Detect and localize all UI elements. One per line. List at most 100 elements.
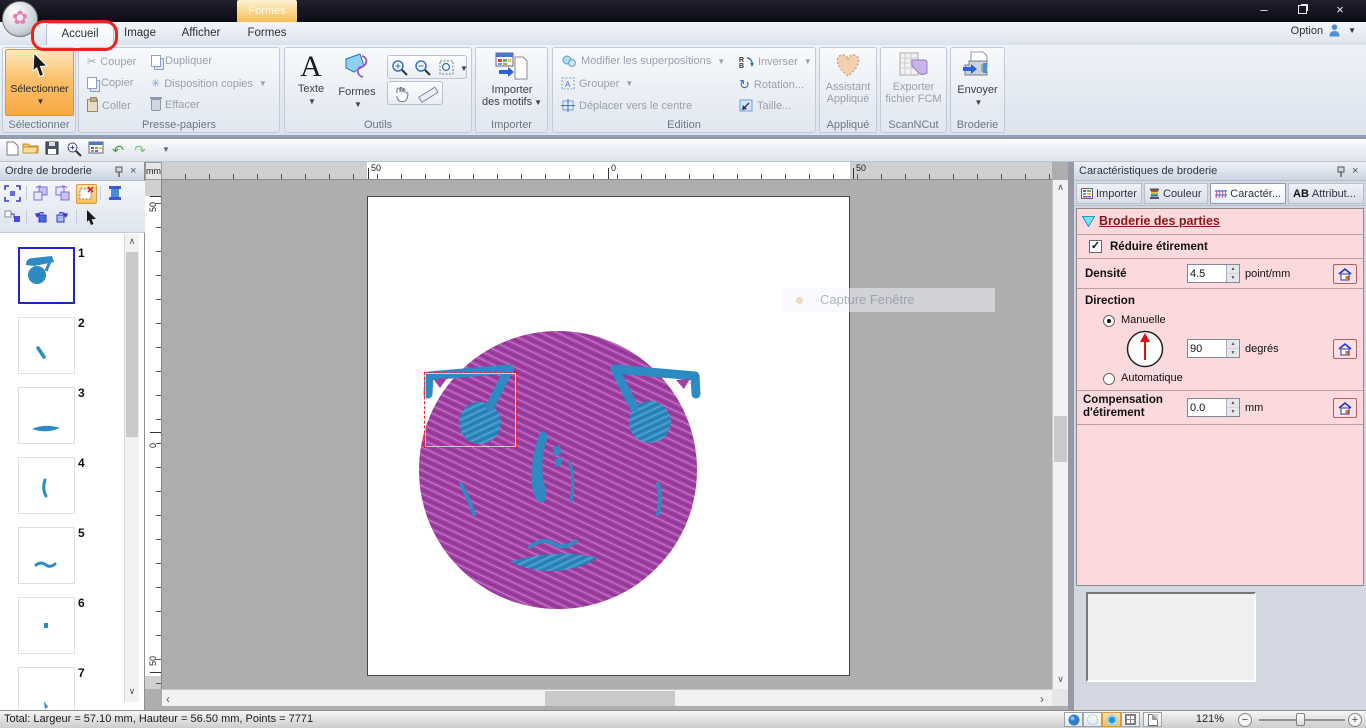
angle-input[interactable] (1188, 340, 1226, 357)
shapes-tool-button[interactable]: Formes▼ (333, 51, 381, 110)
view-stitch-button[interactable] (1083, 712, 1102, 727)
compensation-input[interactable] (1188, 399, 1226, 416)
order-item-4[interactable] (18, 457, 75, 514)
props-tab-caracteristiques[interactable]: Caractér... (1210, 183, 1286, 204)
order-scroll-thumb[interactable] (126, 252, 138, 437)
option-button[interactable]: Option (1291, 25, 1323, 37)
zoom-fit-button[interactable] (438, 59, 456, 77)
select-tool-button[interactable]: Sélectionner ▼ (5, 49, 74, 116)
props-tab-importer[interactable]: Importer (1076, 183, 1142, 204)
view-realistic-button[interactable] (1102, 712, 1121, 727)
order-item-6[interactable] (18, 597, 75, 654)
redo-button[interactable]: ↷ (130, 141, 150, 160)
copy-button[interactable]: Copier (87, 77, 133, 89)
export-fcm-button[interactable]: Exporter fichier FCM (883, 52, 944, 105)
close-button[interactable]: × (1324, 0, 1356, 21)
move-backward-button[interactable] (52, 184, 73, 204)
zoom-in-slider-button[interactable]: + (1348, 713, 1362, 727)
undo-button[interactable]: ↶ (108, 141, 128, 160)
send-embroidery-button[interactable]: Envoyer ▼ (953, 51, 1002, 108)
canvas-scroll-up-icon[interactable]: ∧ (1053, 182, 1068, 193)
user-dropdown-icon[interactable]: ▼ (1348, 26, 1356, 35)
measure-button[interactable] (418, 84, 440, 104)
contextual-tab-header[interactable]: Formes (237, 0, 297, 22)
compensation-spin-down-icon[interactable]: ▼ (1227, 408, 1239, 416)
group-button[interactable]: A Grouper▼ (561, 77, 633, 90)
manual-radio[interactable] (1103, 315, 1115, 327)
canvas-scroll-down-icon[interactable]: ∨ (1053, 674, 1068, 685)
size-button[interactable]: Taille... (739, 99, 791, 112)
rotate-left-button[interactable] (30, 208, 51, 228)
design-page[interactable] (367, 196, 850, 676)
flip-button[interactable]: RB Inverser▼ (739, 55, 812, 68)
canvas-vscroll-thumb[interactable] (1054, 416, 1067, 462)
thread-spool-button[interactable] (104, 184, 125, 204)
import-patterns-button[interactable]: Importer des motifs▼ (480, 51, 544, 108)
tab-formes[interactable]: Formes (238, 23, 296, 45)
minimize-button[interactable]: – (1248, 0, 1280, 21)
user-icon[interactable] (1329, 24, 1340, 37)
order-list-scrollbar[interactable]: ∧ ∨ (124, 234, 139, 702)
angle-spin-up-icon[interactable]: ▲ (1227, 340, 1239, 349)
selection-box[interactable] (424, 372, 517, 448)
reorder-button[interactable] (2, 208, 23, 228)
restore-button[interactable] (1286, 0, 1318, 21)
cut-button[interactable]: ✂Couper (87, 55, 136, 68)
design-property-button[interactable] (1143, 712, 1162, 727)
order-item-5[interactable] (18, 527, 75, 584)
order-scroll-up-icon[interactable]: ∧ (125, 236, 139, 247)
reduce-stretch-checkbox[interactable]: ✓ (1089, 240, 1102, 253)
rotate-right-button[interactable] (52, 208, 73, 228)
new-file-button[interactable] (2, 141, 22, 160)
canvas-scroll-left-icon[interactable]: ‹ (166, 692, 170, 706)
view-solid-button[interactable] (1064, 712, 1083, 727)
density-spin-up-icon[interactable]: ▲ (1227, 265, 1239, 274)
props-tab-attributs[interactable]: AB Attribut... (1288, 183, 1364, 204)
order-item-1[interactable] (18, 247, 75, 304)
density-spin-down-icon[interactable]: ▼ (1227, 274, 1239, 282)
properties-close-icon[interactable]: × (1352, 162, 1358, 180)
compensation-spinner[interactable]: ▲▼ (1187, 398, 1240, 417)
pointer-button[interactable] (80, 208, 101, 228)
paste-button[interactable]: Coller (87, 99, 131, 112)
canvas-vertical-scrollbar[interactable]: ∧ ∨ (1052, 180, 1068, 689)
zoom-out-slider-button[interactable]: − (1238, 713, 1252, 727)
density-spinner[interactable]: ▲▼ (1187, 264, 1240, 283)
modify-overlaps-button[interactable]: Modifier les superpositions▼ (561, 55, 725, 67)
grid-toggle-button[interactable] (1121, 712, 1140, 727)
properties-pin-icon[interactable] (1336, 166, 1346, 177)
text-tool-button[interactable]: A Texte▼ (291, 51, 331, 107)
canvas-hscroll-thumb[interactable] (545, 691, 675, 706)
pan-hand-button[interactable] (392, 85, 410, 102)
density-default-button[interactable] (1333, 264, 1357, 284)
zoom-slider-thumb[interactable] (1296, 713, 1305, 726)
open-file-button[interactable] (20, 141, 40, 160)
compensation-spin-up-icon[interactable]: ▲ (1227, 399, 1239, 408)
order-item-2[interactable] (18, 317, 75, 374)
angle-spinner[interactable]: ▲▼ (1187, 339, 1240, 358)
zoom-in-button[interactable] (391, 59, 409, 77)
props-tab-couleur[interactable]: Couleur (1144, 183, 1208, 204)
rotation-button[interactable]: ↻ Rotation... (739, 77, 804, 93)
zoom-tool-button[interactable] (64, 141, 84, 160)
qat-more-button[interactable]: ▼ (156, 141, 176, 160)
section-title[interactable]: Broderie des parties (1099, 214, 1220, 228)
tab-accueil[interactable]: Accueil (46, 23, 114, 45)
fit-selection-button[interactable] (2, 184, 23, 204)
direction-dial[interactable] (1125, 329, 1165, 369)
hide-frame-button[interactable] (76, 184, 97, 204)
app-menu-button[interactable]: ✿ (2, 1, 38, 37)
collapse-triangle-icon[interactable] (1082, 216, 1095, 227)
tab-afficher[interactable]: Afficher (168, 23, 234, 45)
automatic-radio[interactable] (1103, 373, 1115, 385)
design-workspace[interactable]: Capture Fenêtre (162, 180, 1052, 689)
canvas-horizontal-scrollbar[interactable]: ‹ › (162, 689, 1052, 706)
zoom-fit-dropdown-icon[interactable]: ▼ (460, 64, 468, 73)
applique-wizard-button[interactable]: Assistant Appliqué (822, 52, 874, 105)
angle-spin-down-icon[interactable]: ▼ (1227, 349, 1239, 357)
order-item-3[interactable] (18, 387, 75, 444)
density-input[interactable] (1188, 265, 1226, 282)
array-copies-button[interactable]: ✳Disposition copies▼ (151, 77, 267, 90)
delete-button[interactable]: Effacer (151, 99, 200, 111)
order-panel-close-icon[interactable]: × (130, 162, 136, 180)
